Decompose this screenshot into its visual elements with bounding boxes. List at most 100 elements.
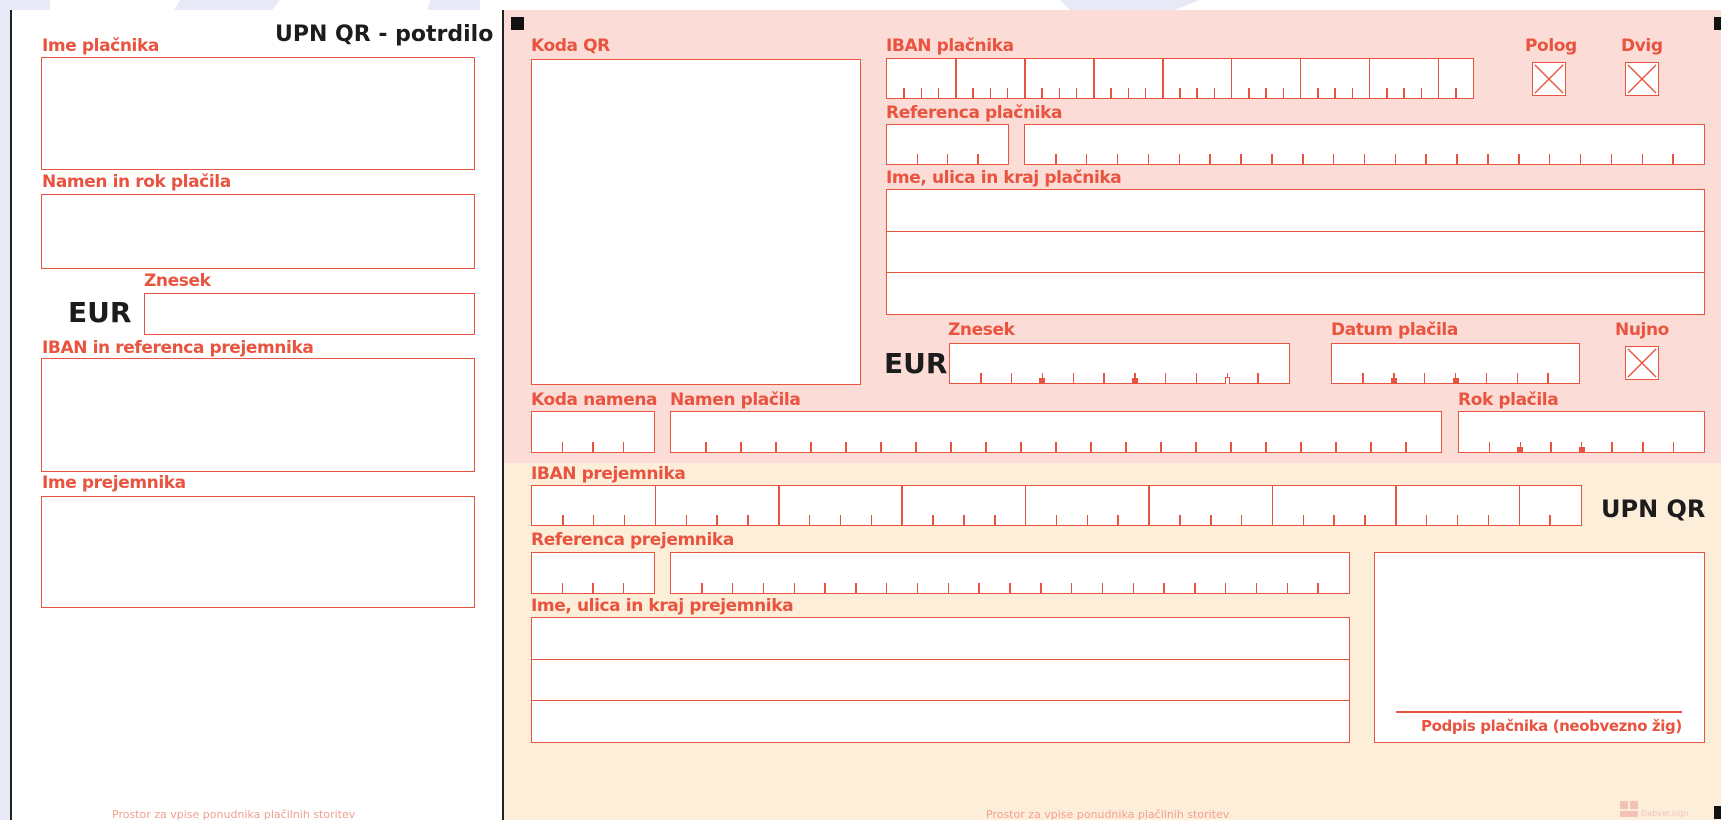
cell-divider bbox=[1386, 88, 1388, 98]
payer-address-line-2[interactable] bbox=[886, 231, 1705, 273]
payment-date-field[interactable] bbox=[1331, 343, 1580, 384]
deposit-checkbox[interactable] bbox=[1532, 62, 1566, 96]
cell-divider bbox=[1075, 88, 1078, 98]
cell-divider bbox=[1196, 88, 1198, 98]
receipt-recipient-name-field[interactable] bbox=[41, 496, 475, 608]
payer-reference-model-field[interactable] bbox=[886, 124, 1009, 165]
cell-divider bbox=[1299, 59, 1302, 98]
payer-reference-field[interactable] bbox=[1024, 124, 1705, 165]
cell-divider bbox=[915, 442, 917, 452]
cell-divider bbox=[1423, 373, 1426, 383]
payer-iban-label: IBAN plačnika bbox=[886, 36, 1014, 56]
recipient-address-label: Ime, ulica in kraj prejemnika bbox=[531, 596, 794, 616]
cell-divider bbox=[1179, 88, 1181, 98]
cell-divider bbox=[1085, 154, 1088, 164]
cell-divider bbox=[903, 88, 905, 98]
cell-divider bbox=[685, 515, 687, 525]
cell-divider bbox=[1240, 515, 1243, 525]
cell-divider bbox=[1240, 154, 1242, 164]
cell-divider bbox=[1230, 442, 1232, 452]
purpose-field[interactable] bbox=[670, 411, 1442, 453]
cell-divider bbox=[1148, 486, 1150, 525]
cell-divider bbox=[1518, 154, 1520, 164]
recipient-address-line-2[interactable] bbox=[531, 659, 1350, 701]
cell-divider bbox=[1210, 515, 1212, 525]
cell-divider bbox=[1548, 154, 1551, 164]
cell-divider bbox=[1425, 154, 1427, 164]
cell-divider bbox=[1224, 583, 1227, 593]
receipt-purpose-deadline-field[interactable] bbox=[41, 194, 475, 269]
recipient-iban-field[interactable] bbox=[531, 485, 1582, 526]
purpose-code-field[interactable] bbox=[531, 411, 655, 453]
payer-address-line-1[interactable] bbox=[886, 189, 1705, 232]
cell-divider bbox=[950, 442, 952, 452]
deadline-field[interactable] bbox=[1458, 411, 1705, 453]
cell-divider bbox=[1010, 373, 1013, 383]
cell-divider bbox=[1488, 442, 1491, 452]
receipt-currency: EUR bbox=[68, 296, 132, 329]
recipient-reference-field[interactable] bbox=[670, 552, 1350, 594]
receipt-amount-field[interactable] bbox=[144, 293, 475, 335]
cell-divider bbox=[1334, 88, 1336, 98]
recipient-address-line-1[interactable] bbox=[531, 617, 1350, 660]
receipt-iban-ref-field[interactable] bbox=[41, 358, 475, 472]
cell-divider bbox=[1317, 583, 1319, 593]
cell-divider bbox=[1265, 442, 1267, 452]
withdraw-checkbox[interactable] bbox=[1625, 62, 1659, 96]
withdraw-label: Dvig bbox=[1621, 36, 1663, 56]
cell-divider bbox=[1086, 515, 1089, 525]
payer-address-line-3[interactable] bbox=[886, 272, 1705, 315]
receipt-iban-ref-label: IBAN in referenca prejemnika bbox=[42, 338, 314, 358]
cell-divider bbox=[793, 583, 796, 593]
cell-divider bbox=[1132, 583, 1135, 593]
order-currency: EUR bbox=[884, 347, 948, 380]
order-amount-field[interactable] bbox=[949, 343, 1290, 384]
alignment-marker-top-right bbox=[1714, 17, 1721, 30]
recipient-address-line-3[interactable] bbox=[531, 700, 1350, 743]
cell-divider bbox=[920, 88, 923, 98]
alignment-marker-bottom-right bbox=[1714, 806, 1721, 819]
cell-divider bbox=[1611, 442, 1613, 452]
recipient-iban-label: IBAN prejemnika bbox=[531, 464, 686, 484]
cell-divider bbox=[1072, 373, 1075, 383]
cell-divider bbox=[1549, 515, 1551, 525]
cell-divider bbox=[1103, 373, 1105, 383]
cell-divider bbox=[1093, 59, 1095, 98]
cell-divider bbox=[1456, 154, 1458, 164]
urgent-checkbox[interactable] bbox=[1625, 346, 1659, 380]
cell-divider bbox=[994, 515, 996, 525]
cell-divider bbox=[775, 442, 777, 452]
cell-divider bbox=[1487, 154, 1489, 164]
cell-divider bbox=[1455, 88, 1457, 98]
cell-divider bbox=[1282, 88, 1285, 98]
cell-divider bbox=[562, 515, 564, 525]
cell-divider bbox=[1009, 583, 1011, 593]
cell-divider bbox=[916, 154, 918, 164]
cell-divider bbox=[1516, 373, 1518, 383]
date-separator-mark bbox=[1452, 378, 1459, 384]
cell-divider bbox=[1006, 88, 1009, 98]
cell-divider bbox=[1024, 59, 1026, 98]
cell-divider bbox=[980, 373, 982, 383]
payer-iban-field[interactable] bbox=[886, 58, 1474, 99]
cell-divider bbox=[1456, 515, 1459, 525]
cell-divider bbox=[1194, 583, 1196, 593]
cell-divider bbox=[701, 583, 703, 593]
cell-divider bbox=[824, 583, 826, 593]
cell-divider bbox=[1162, 59, 1164, 98]
cell-divider bbox=[901, 486, 903, 525]
cell-divider bbox=[1055, 515, 1058, 525]
cell-divider bbox=[1116, 154, 1119, 164]
receipt-payer-name-field[interactable] bbox=[41, 57, 475, 170]
cell-divider bbox=[1405, 442, 1407, 452]
decimal-separator-mark bbox=[1224, 377, 1230, 384]
cell-divider bbox=[1579, 154, 1582, 164]
cell-divider bbox=[1020, 442, 1022, 452]
cell-divider bbox=[1642, 442, 1644, 452]
cell-divider bbox=[1040, 583, 1042, 593]
signature-area[interactable] bbox=[1374, 552, 1705, 743]
recipient-reference-model-field[interactable] bbox=[531, 552, 655, 594]
cell-divider bbox=[1070, 583, 1073, 593]
cell-divider bbox=[1160, 442, 1162, 452]
cell-divider bbox=[1610, 154, 1613, 164]
